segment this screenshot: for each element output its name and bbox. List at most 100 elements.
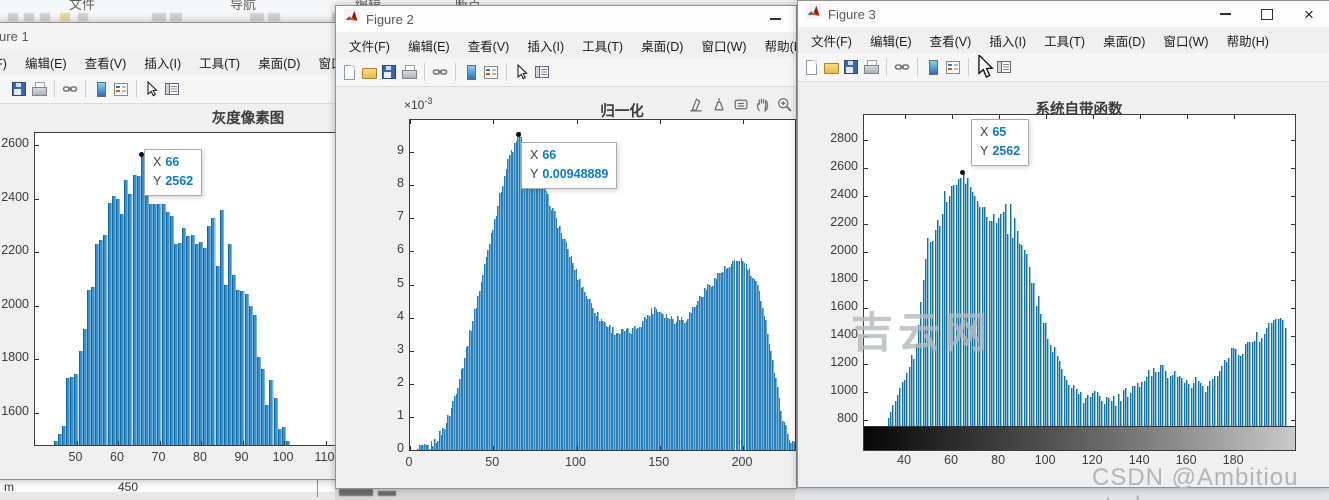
y-tick-label: 2400 xyxy=(1,189,29,204)
x-tick-label: 60 xyxy=(944,453,959,467)
figure3-titlebar[interactable]: Figure 3 × xyxy=(798,1,1329,28)
cursor-icon[interactable] xyxy=(144,80,160,97)
axis-tick xyxy=(1291,364,1295,365)
menu-item[interactable]: 插入(I) xyxy=(135,53,190,72)
axis-tick xyxy=(1291,280,1295,281)
menu-item[interactable]: 桌面(D) xyxy=(249,53,309,72)
panel-icon[interactable] xyxy=(164,81,180,97)
close-button[interactable]: × xyxy=(1288,1,1329,27)
bottom-strip-left xyxy=(0,492,335,500)
datatip-figure2[interactable]: X 66 Y 0.00948889 xyxy=(521,142,618,189)
datatip-figure3[interactable]: X 65 Y 2562 xyxy=(971,119,1030,166)
toolstrip-tab[interactable]: 导航 xyxy=(230,0,256,13)
link-icon[interactable] xyxy=(62,81,78,97)
figure3-toolbar xyxy=(798,53,1329,82)
menu-item[interactable]: 桌面(D) xyxy=(632,36,692,55)
menu-item[interactable]: 插入(I) xyxy=(518,36,573,55)
y-tick-label: 2000 xyxy=(1,296,29,311)
x-tick-label: 110 xyxy=(314,450,335,464)
colorbar-icon[interactable] xyxy=(93,81,109,97)
zoom-in-icon[interactable] xyxy=(776,96,793,113)
menu-item[interactable]: 编辑(E) xyxy=(16,53,76,72)
menu-item[interactable]: 窗口(W) xyxy=(309,53,337,72)
brush-icon[interactable] xyxy=(710,96,727,113)
save-icon[interactable] xyxy=(11,81,27,97)
figure1-menubar: 文件(F)编辑(E)查看(V)插入(I)工具(T)桌面(D)窗口(W)帮助(H) xyxy=(0,49,337,75)
menu-item[interactable]: 桌面(D) xyxy=(1094,31,1154,50)
menu-item[interactable]: 文件(F) xyxy=(0,53,16,72)
link-icon[interactable] xyxy=(894,59,910,75)
save-icon[interactable] xyxy=(381,64,397,80)
colorbar-icon[interactable] xyxy=(463,64,479,80)
y-tick-label: 1800 xyxy=(830,271,858,285)
x-tick-label: 50 xyxy=(68,450,83,464)
legend-icon[interactable] xyxy=(113,81,129,97)
toolbar-separator xyxy=(886,58,887,76)
print-icon[interactable] xyxy=(31,81,47,97)
menu-item[interactable]: 编辑(E) xyxy=(861,31,921,50)
save-icon[interactable] xyxy=(843,59,859,75)
menu-item[interactable]: 帮助(H) xyxy=(756,36,796,55)
panel-icon[interactable] xyxy=(996,59,1012,75)
menu-item[interactable]: 编辑(E) xyxy=(399,36,459,55)
cursor-icon[interactable] xyxy=(514,63,530,80)
menu-item[interactable]: 工具(T) xyxy=(1035,31,1094,50)
minimize-button[interactable] xyxy=(1204,1,1246,27)
menu-item[interactable]: 查看(V) xyxy=(76,53,136,72)
panel-icon[interactable] xyxy=(534,64,550,80)
legend-icon[interactable] xyxy=(945,59,961,75)
legend-icon[interactable] xyxy=(483,64,499,80)
open-icon[interactable] xyxy=(361,64,377,80)
print-icon[interactable] xyxy=(863,59,879,75)
axis-tick xyxy=(284,441,285,445)
figure2-menubar: 文件(F)编辑(E)查看(V)插入(I)工具(T)桌面(D)窗口(W)帮助(H) xyxy=(336,32,796,58)
toolbar-separator xyxy=(54,80,55,98)
new-icon[interactable] xyxy=(341,64,357,80)
axis-tick xyxy=(1291,140,1295,141)
open-icon[interactable] xyxy=(823,59,839,75)
figure1-titlebar[interactable]: Figure 1 xyxy=(0,23,337,50)
datatip-icon[interactable] xyxy=(732,96,749,113)
datatip-figure1[interactable]: X 66 Y 2562 xyxy=(144,149,203,196)
menu-item[interactable]: 窗口(W) xyxy=(692,36,755,55)
axis-tick xyxy=(1093,115,1095,119)
axis-tick xyxy=(1046,115,1048,119)
y-tick-label: 5 xyxy=(397,275,404,290)
minimize-button[interactable] xyxy=(754,6,796,32)
histogram-bars xyxy=(864,115,1295,427)
maximize-button[interactable] xyxy=(1246,1,1288,27)
y-tick-label: 2600 xyxy=(830,159,858,173)
plot-title: 归一化 xyxy=(600,104,644,120)
toolbar-separator xyxy=(424,63,425,81)
menu-item[interactable]: 查看(V) xyxy=(459,36,519,55)
axis-tick xyxy=(410,317,414,319)
menu-item[interactable]: 文件(F) xyxy=(802,31,861,50)
axis-tick xyxy=(410,251,414,253)
window-controls xyxy=(754,6,796,32)
axis-tick xyxy=(410,218,414,220)
figure2-titlebar[interactable]: Figure 2 xyxy=(336,6,796,33)
menu-item[interactable]: 工具(T) xyxy=(190,53,249,72)
toolstrip-icon-remnant xyxy=(250,13,264,21)
export-icon[interactable] xyxy=(688,96,705,113)
link-icon[interactable] xyxy=(432,64,448,80)
menu-item[interactable]: 插入(I) xyxy=(980,31,1035,50)
colorbar-icon[interactable] xyxy=(925,59,941,75)
axis-tick xyxy=(1234,115,1236,119)
new-icon[interactable] xyxy=(803,59,819,75)
y-tick-label: 6 xyxy=(397,242,404,257)
menu-item[interactable]: 查看(V) xyxy=(921,31,981,50)
menu-item[interactable]: 工具(T) xyxy=(573,36,632,55)
menu-item[interactable]: 帮助(H) xyxy=(1218,31,1278,50)
axes-figure3[interactable] xyxy=(863,114,1296,451)
background-text-smudge xyxy=(378,491,396,496)
menu-item[interactable]: 窗口(W) xyxy=(1154,31,1217,50)
axis-tick xyxy=(410,185,414,187)
y-tick-label: 2400 xyxy=(830,187,858,201)
toolstrip-icon-remnant xyxy=(24,13,34,21)
toolstrip-tab[interactable]: 文件 xyxy=(69,0,95,13)
pan-icon[interactable] xyxy=(754,96,771,113)
print-icon[interactable] xyxy=(401,64,417,80)
y-tick-label: 9 xyxy=(397,143,404,158)
menu-item[interactable]: 文件(F) xyxy=(340,36,399,55)
